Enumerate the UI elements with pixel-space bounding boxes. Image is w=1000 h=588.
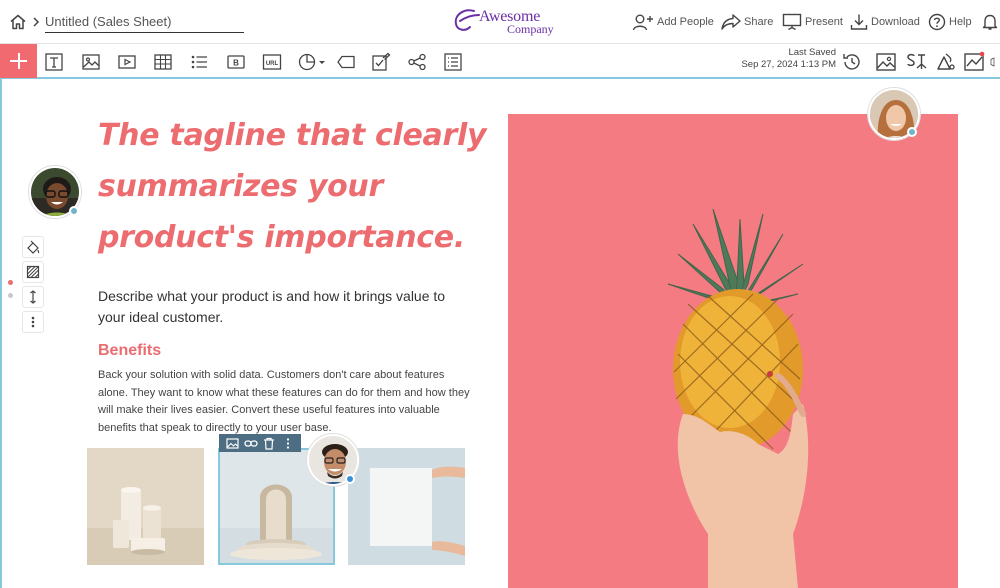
top-bar: Awesome Company Add People Share Present… xyxy=(0,0,1000,43)
share-button[interactable]: Share xyxy=(721,12,773,32)
tagline-heading[interactable]: The tagline that clearly summarizes your… xyxy=(98,110,498,263)
pages-icon[interactable] xyxy=(990,51,1000,73)
download-label: Download xyxy=(871,16,920,28)
add-element-button[interactable] xyxy=(0,44,37,78)
last-saved-time: Sep 27, 2024 1:13 PM xyxy=(741,59,836,70)
presentation-icon xyxy=(782,13,802,31)
block-side-tools xyxy=(22,236,44,336)
form-tool-icon[interactable] xyxy=(370,51,392,73)
section-nav-dot[interactable] xyxy=(8,293,13,298)
help-button[interactable]: Help xyxy=(928,12,972,32)
table-tool-icon[interactable] xyxy=(152,51,174,73)
image-tool-icon[interactable] xyxy=(80,51,102,73)
more-options-icon[interactable] xyxy=(22,311,44,333)
add-people-button[interactable]: Add People xyxy=(632,12,714,32)
download-button[interactable]: Download xyxy=(850,12,920,32)
background-pattern-icon[interactable] xyxy=(22,261,44,283)
hero-image-pineapple[interactable] xyxy=(508,114,958,588)
present-button[interactable]: Present xyxy=(782,12,843,32)
svg-text:URL: URL xyxy=(266,61,279,67)
replace-image-icon[interactable] xyxy=(225,436,239,450)
image-toolbar xyxy=(219,434,301,452)
button-tool-icon[interactable]: B xyxy=(225,51,247,73)
benefits-paragraph[interactable]: Back your solution with solid data. Cust… xyxy=(98,367,470,437)
last-saved-status: Last Saved Sep 27, 2024 1:13 PM xyxy=(730,47,836,71)
image-more-options-icon[interactable] xyxy=(281,436,295,450)
document-title-input[interactable] xyxy=(45,11,244,33)
link-icon[interactable] xyxy=(244,436,258,450)
help-label: Help xyxy=(949,16,972,28)
product-description[interactable]: Describe what your product is and how it… xyxy=(98,286,468,328)
list-tool-icon[interactable] xyxy=(188,51,210,73)
share-label: Share xyxy=(744,16,774,28)
chevron-right-icon xyxy=(31,13,41,31)
download-icon xyxy=(850,14,868,30)
add-people-label: Add People xyxy=(657,16,714,28)
history-icon[interactable] xyxy=(841,51,863,73)
style-icon[interactable] xyxy=(905,51,927,73)
paint-bucket-icon[interactable] xyxy=(22,236,44,258)
present-label: Present xyxy=(805,16,843,28)
logo-text-line2: Company xyxy=(507,22,554,36)
last-saved-label: Last Saved xyxy=(788,47,836,58)
editor-toolbar: B URL Last Saved Sep 27, 2024 1:13 PM xyxy=(0,43,1000,79)
product-thumbnail-cylinders[interactable] xyxy=(87,448,204,565)
chart-tool-icon[interactable] xyxy=(297,51,327,73)
share-arrow-icon xyxy=(721,14,741,30)
bell-icon xyxy=(982,14,998,30)
canvas-selection-edge xyxy=(0,79,2,588)
video-tool-icon[interactable] xyxy=(116,51,138,73)
trash-icon[interactable] xyxy=(262,436,276,450)
notifications-button[interactable] xyxy=(981,12,999,32)
shape-tool-icon[interactable] xyxy=(335,51,357,73)
presence-indicator xyxy=(69,206,79,216)
home-icon[interactable] xyxy=(9,13,27,31)
section-nav-dot-active[interactable] xyxy=(8,280,13,285)
company-logo: Awesome Company xyxy=(452,7,572,37)
layout-tool-icon[interactable] xyxy=(442,51,464,73)
benefits-heading[interactable]: Benefits xyxy=(98,342,161,360)
analytics-icon[interactable] xyxy=(963,51,985,73)
add-user-icon xyxy=(632,14,653,31)
share-flow-tool-icon[interactable] xyxy=(406,51,428,73)
editing-indicator xyxy=(345,474,355,484)
presence-indicator-right xyxy=(907,127,917,137)
text-tool-icon[interactable] xyxy=(43,51,65,73)
product-thumbnail-blank-card[interactable] xyxy=(348,448,465,565)
image-library-icon[interactable] xyxy=(875,51,897,73)
url-tool-icon[interactable]: URL xyxy=(261,51,283,73)
vertical-resize-icon[interactable] xyxy=(22,286,44,308)
svg-text:B: B xyxy=(233,59,239,68)
help-icon xyxy=(928,13,946,31)
color-palette-icon[interactable] xyxy=(934,51,956,73)
